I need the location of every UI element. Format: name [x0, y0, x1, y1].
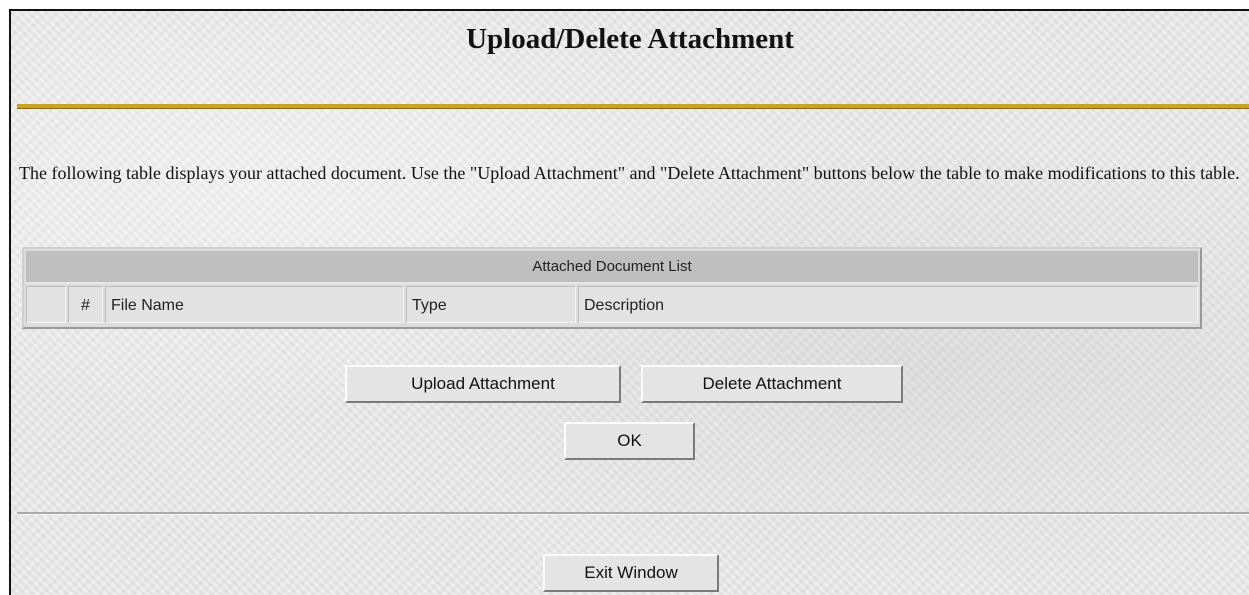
attachment-window: Upload/Delete Attachment The following t…: [9, 9, 1249, 595]
delete-attachment-button[interactable]: Delete Attachment: [641, 365, 903, 403]
ok-button[interactable]: OK: [564, 422, 695, 460]
instructions-text: The following table displays your attach…: [19, 163, 1240, 183]
column-header-select: [26, 286, 66, 323]
table-caption: Attached Document List: [26, 251, 1198, 284]
footer-divider: [17, 512, 1249, 515]
title-divider: [17, 104, 1249, 108]
page-title: Upload/Delete Attachment: [466, 23, 794, 55]
column-header-file-name: File Name: [105, 286, 404, 323]
upload-attachment-button[interactable]: Upload Attachment: [345, 365, 621, 403]
column-header-type: Type: [406, 286, 576, 323]
table-header-row: # File Name Type Description: [26, 286, 1198, 323]
column-header-description: Description: [578, 286, 1198, 323]
attached-document-table: Attached Document List # File Name Type …: [22, 247, 1202, 329]
column-header-number: #: [68, 286, 103, 323]
exit-window-button[interactable]: Exit Window: [543, 554, 719, 592]
